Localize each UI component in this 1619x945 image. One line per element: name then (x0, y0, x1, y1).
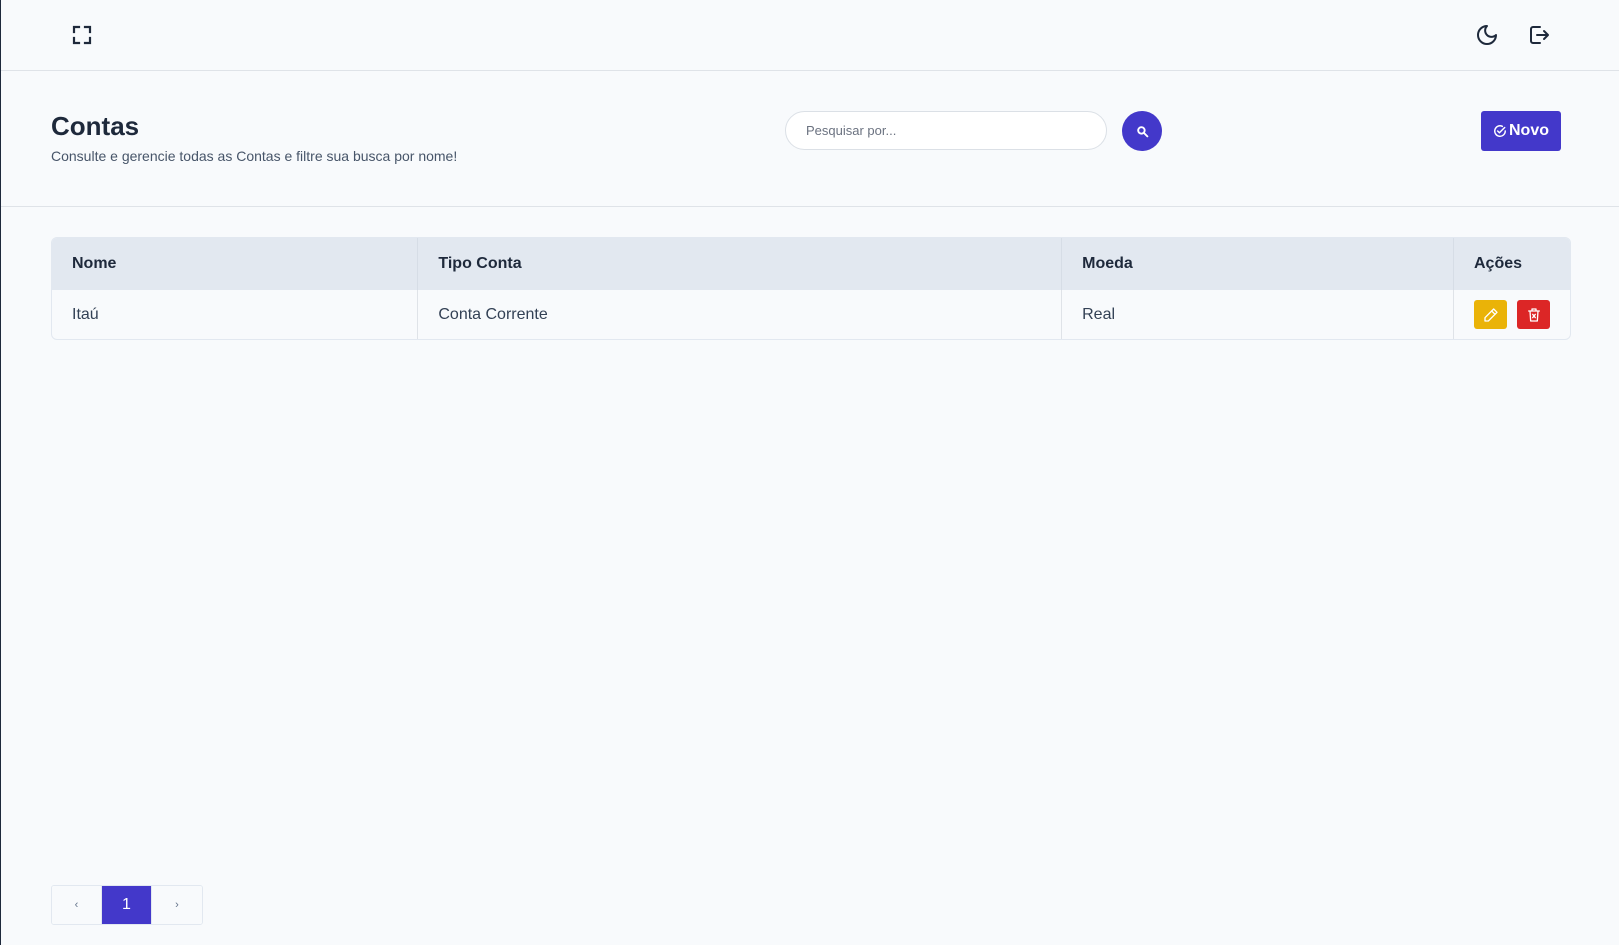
search-icon (1136, 125, 1148, 137)
pagination-page-1[interactable]: 1 (102, 886, 152, 924)
column-header-moeda[interactable]: Moeda (1061, 238, 1454, 290)
row-actions (1474, 300, 1550, 329)
cell-moeda: Real (1061, 290, 1454, 339)
pagination-prev-button[interactable]: ‹ (52, 886, 102, 924)
pencil-icon (1483, 307, 1498, 322)
accounts-table: Nome Tipo Conta Moeda Ações Itaú Conta C… (51, 237, 1571, 340)
theme-toggle-button[interactable] (1471, 19, 1503, 51)
check-circle-icon (1494, 125, 1506, 137)
search-button[interactable] (1122, 111, 1162, 151)
logout-button[interactable] (1523, 19, 1555, 51)
page-title: Contas (51, 111, 140, 141)
new-button-label: Novo (1509, 122, 1549, 139)
page-header: Contas Consulte e gerencie todas as Cont… (1, 71, 1619, 207)
cell-acoes (1454, 290, 1571, 339)
pagination: ‹ 1 › (51, 885, 203, 925)
top-bar (1, 0, 1619, 71)
column-header-nome[interactable]: Nome (52, 238, 419, 290)
moon-icon (1477, 25, 1497, 45)
column-header-tipo-conta[interactable]: Tipo Conta (417, 238, 1063, 290)
column-header-acoes: Ações (1474, 255, 1523, 272)
cell-tipo-conta: Conta Corrente (417, 290, 1063, 339)
fullscreen-icon (72, 25, 92, 45)
new-button[interactable]: Novo (1481, 111, 1561, 151)
page-subtitle: Consulte e gerencie todas as Contas e fi… (51, 148, 458, 164)
fullscreen-button[interactable] (66, 19, 98, 51)
delete-button[interactable] (1517, 300, 1550, 329)
search-input[interactable] (785, 111, 1107, 150)
pagination-next-button[interactable]: › (152, 886, 202, 924)
app-root: Contas Consulte e gerencie todas as Cont… (0, 0, 1619, 945)
cell-nome: Itaú (52, 290, 419, 339)
trash-icon (1527, 307, 1540, 322)
logout-icon (1530, 26, 1549, 44)
edit-button[interactable] (1474, 300, 1507, 329)
table-header-row: Nome Tipo Conta Moeda Ações (52, 238, 1570, 290)
table-row: Itaú Conta Corrente Real (52, 290, 1570, 339)
